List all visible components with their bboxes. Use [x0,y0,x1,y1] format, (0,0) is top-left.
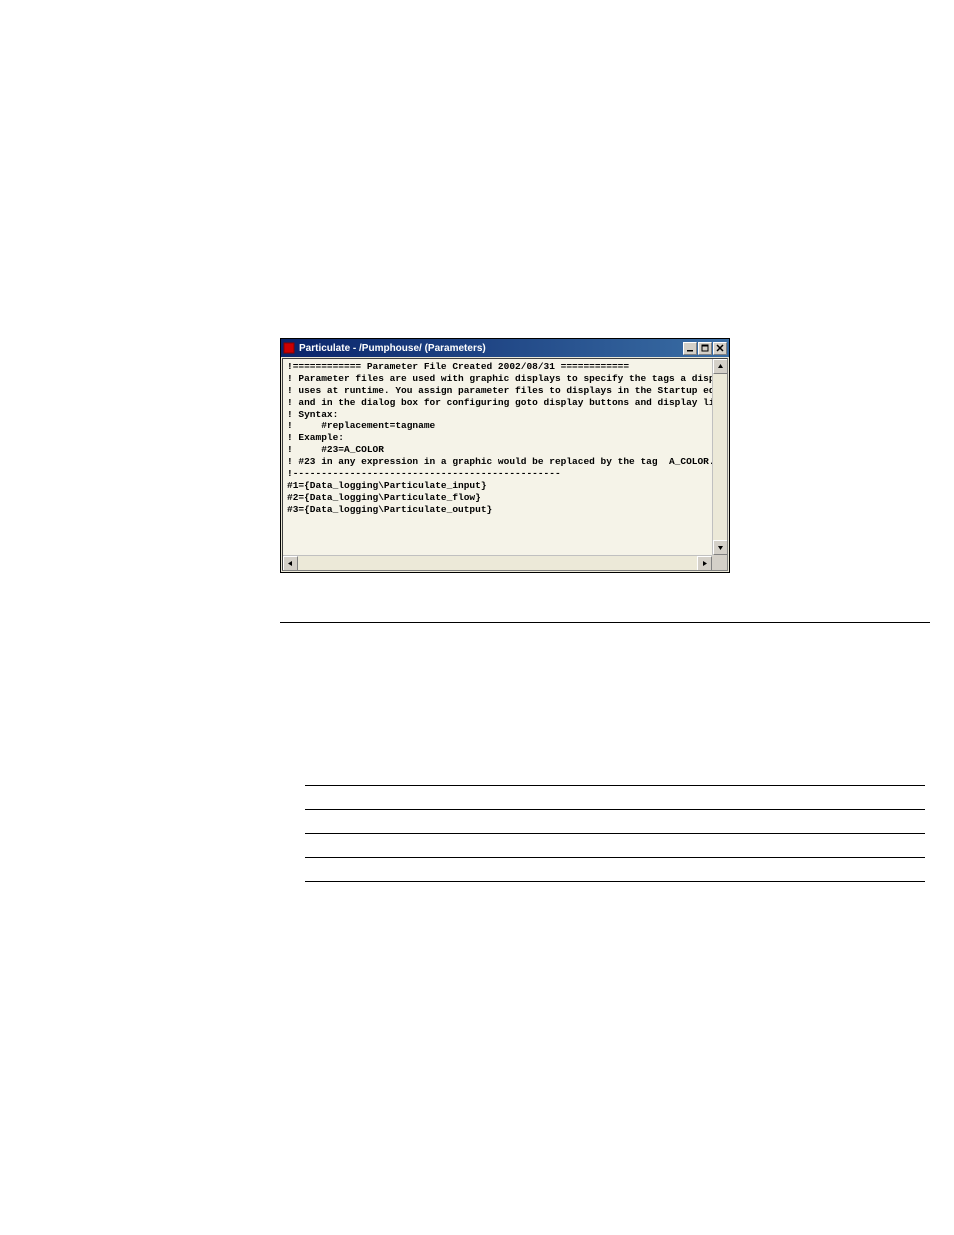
parameters-window: Particulate - /Pumphouse/ (Parameters) !… [280,338,730,573]
window-controls [683,342,727,355]
section-divider [280,622,930,623]
scroll-corner [712,555,727,570]
minimize-button[interactable] [683,342,697,355]
vertical-scrollbar[interactable] [712,359,727,555]
horizontal-rule [305,857,925,858]
scroll-up-button[interactable] [713,359,728,374]
scroll-left-button[interactable] [283,556,298,571]
horizontal-rule [305,809,925,810]
editor-area: !============ Parameter File Created 200… [282,358,728,571]
horizontal-scrollbar[interactable] [283,555,712,570]
titlebar[interactable]: Particulate - /Pumphouse/ (Parameters) [281,339,729,357]
blank-lines-group [305,785,925,905]
scroll-down-button[interactable] [713,540,728,555]
horizontal-rule [305,785,925,786]
app-icon [283,342,295,354]
editor-text[interactable]: !============ Parameter File Created 200… [283,359,727,517]
horizontal-rule [305,881,925,882]
maximize-button[interactable] [698,342,712,355]
scroll-right-button[interactable] [697,556,712,571]
horizontal-rule [305,833,925,834]
window-title: Particulate - /Pumphouse/ (Parameters) [299,343,683,354]
close-button[interactable] [713,342,727,355]
